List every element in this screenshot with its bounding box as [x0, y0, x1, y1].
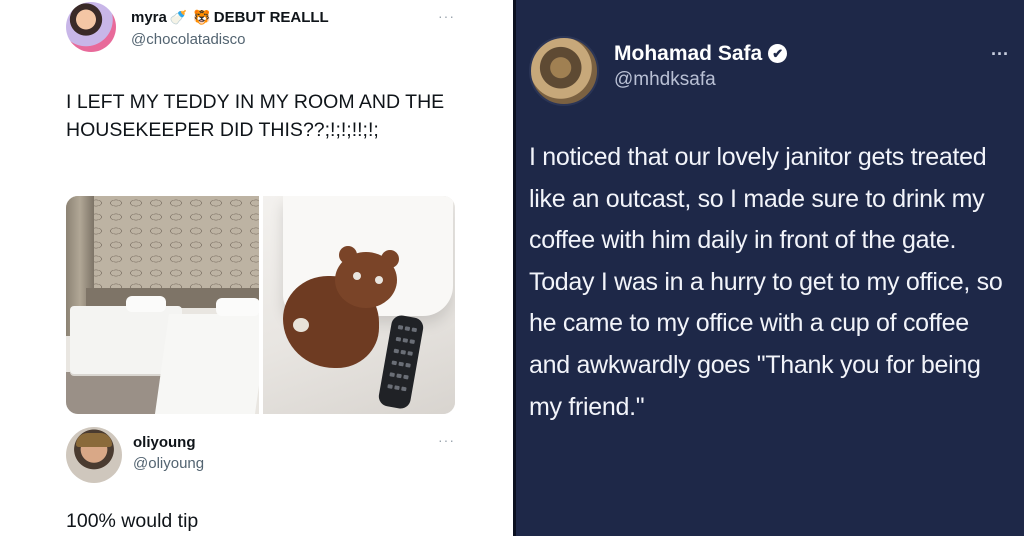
tweet-text: I noticed that our lovely janitor gets t…: [529, 143, 1003, 421]
bed-right: [154, 314, 259, 414]
reply-author-handle[interactable]: @oliyoung: [133, 455, 204, 472]
teddy-bear-eye: [375, 276, 383, 284]
hotel-room-photo[interactable]: [66, 196, 259, 414]
divider: [513, 0, 516, 536]
author-handle[interactable]: @chocolatadisco: [131, 31, 245, 48]
avatar[interactable]: [66, 2, 116, 52]
teddy-bear-foot: [293, 318, 309, 332]
author-name[interactable]: Mohamad Safa ✔: [614, 42, 788, 66]
right-tweet-panel: Mohamad Safa ✔ @mhdksafa ··· I noticed th…: [513, 0, 1024, 536]
avatar[interactable]: [529, 36, 599, 106]
reply-more-options-icon[interactable]: ···: [438, 432, 455, 448]
verified-badge-icon: ✔: [768, 44, 788, 63]
author-name-text: Mohamad Safa: [614, 42, 763, 65]
left-tweet-panel: myra 🍼 🐯 DEBUT REALLL @chocolatadisco ··· I…: [0, 0, 481, 536]
floor: [66, 372, 166, 414]
reply-author-name[interactable]: oliyoung: [133, 434, 196, 451]
author-handle[interactable]: @mhdksafa: [614, 69, 716, 91]
teddy-bear-head: [335, 252, 397, 308]
author-name-suffix: DEBUT REALLL: [213, 9, 329, 26]
tiger-face-icon: 🐯: [193, 9, 211, 25]
teddy-bear-eye: [353, 272, 361, 280]
more-options-icon[interactable]: ···: [991, 44, 1009, 65]
screenshot-collage: myra 🍼 🐯 DEBUT REALLL @chocolatadisco ··· I…: [0, 0, 1024, 536]
reply-text: 100% would tip: [66, 510, 199, 532]
pillow: [216, 298, 259, 316]
pillow: [126, 296, 166, 312]
baby-bottle-icon: 🍼: [169, 9, 188, 25]
author-name[interactable]: myra 🍼 🐯 DEBUT REALLL: [131, 9, 329, 26]
tweet-media: [66, 196, 455, 414]
reply-avatar[interactable]: [66, 427, 122, 483]
author-name-text: myra: [131, 9, 167, 26]
more-options-icon[interactable]: ···: [438, 8, 455, 24]
tweet-text: I LEFT MY TEDDY IN MY ROOM AND THE HOUSE…: [66, 91, 445, 141]
cap-icon: [76, 433, 112, 447]
teddy-bear-photo[interactable]: [263, 196, 455, 414]
